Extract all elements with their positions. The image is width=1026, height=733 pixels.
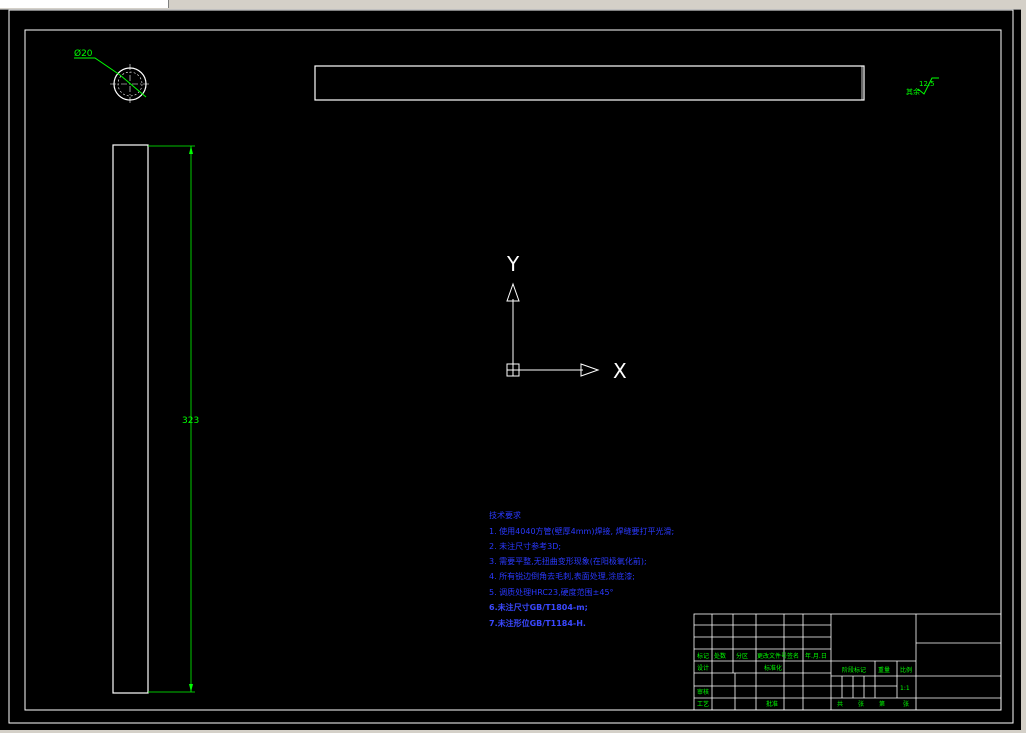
roughness-label: 其余: [906, 87, 920, 96]
tb-change-doc: 更改文件号: [757, 652, 787, 660]
length-label: 323: [182, 416, 199, 426]
x-arrow-icon: [580, 363, 600, 377]
tb-scale: 比例: [900, 666, 912, 674]
arrow-bottom-icon: [189, 684, 193, 692]
tb-zone: 分区: [736, 652, 748, 660]
ucs-icon: Y X: [506, 252, 627, 383]
note-line-7: 7.未注形位GB/T1184-H.: [489, 618, 586, 628]
tb-review: 审核: [697, 688, 709, 696]
note-line-2: 2. 未注尺寸参考3D;: [489, 541, 561, 551]
tb-scale-value: 1:1: [900, 685, 910, 692]
y-arrow-icon: [506, 282, 520, 302]
notes-title: 技术要求: [489, 510, 521, 520]
diameter-label: Ø20: [74, 48, 93, 59]
tb-design: 设计: [697, 664, 709, 672]
note-line-6: 6.未注尺寸GB/T1804-m;: [489, 602, 588, 612]
note-line-4: 4. 所有锐边倒角去毛刺,表面处理,涂底漆;: [489, 571, 635, 581]
roughness-value: 12.5: [919, 80, 935, 88]
length-dimension[interactable]: 323: [148, 145, 199, 693]
outer-frame: [8, 9, 1014, 724]
tb-sheets: 张: [858, 700, 864, 708]
note-line-1: 1. 使用4040方管(壁厚4mm)焊接, 焊缝要打平光滑;: [489, 526, 674, 536]
title-block-labels: 标记 处数 分区 更改文件号 签名 年.月.日 设计 标准化 阶段标记 重量 比…: [697, 652, 912, 708]
tb-sign: 签名: [787, 652, 799, 660]
roughness-symbol[interactable]: 其余 12.5: [906, 77, 939, 96]
tb-standard: 标准化: [764, 664, 782, 672]
section-view[interactable]: Ø20: [74, 48, 150, 104]
autocad-window: Ø20 其余 12.5 323 Y X 技术要求 1. 使用4040方管(壁厚4…: [0, 0, 1026, 733]
title-block-frame: [693, 613, 1002, 711]
tb-page: 第: [879, 700, 885, 708]
rod-side-view[interactable]: [314, 65, 865, 101]
diameter-leader: [74, 57, 147, 98]
drawing-canvas[interactable]: Ø20 其余 12.5 323 Y X 技术要求 1. 使用4040方管(壁厚4…: [0, 9, 1021, 730]
tb-total: 共: [837, 700, 843, 708]
tb-approve: 批准: [766, 700, 778, 708]
tb-mark: 标记: [697, 652, 709, 660]
tb-sheet2: 张: [903, 700, 909, 708]
tb-count: 处数: [714, 652, 726, 660]
file-tab[interactable]: [0, 0, 169, 8]
tb-date: 年.月.日: [805, 652, 827, 660]
tb-process: 工艺: [697, 700, 709, 708]
ucs-x-label: X: [613, 359, 627, 383]
note-line-5: 5. 调质处理HRC23,硬度范围±45°: [489, 587, 614, 597]
tb-weight: 重量: [878, 666, 890, 674]
technical-notes[interactable]: 技术要求 1. 使用4040方管(壁厚4mm)焊接, 焊缝要打平光滑; 2. 未…: [489, 510, 674, 628]
title-block[interactable]: [693, 613, 1002, 711]
ucs-y-label: Y: [506, 252, 520, 276]
rod-front-view[interactable]: [112, 144, 149, 694]
arrow-top-icon: [189, 146, 193, 154]
vertical-scrollbar[interactable]: [1021, 9, 1026, 733]
tb-stage-mark: 阶段标记: [842, 666, 866, 674]
note-line-3: 3. 需要平整,无扭曲变形现象(在阳极氧化前);: [489, 556, 647, 566]
